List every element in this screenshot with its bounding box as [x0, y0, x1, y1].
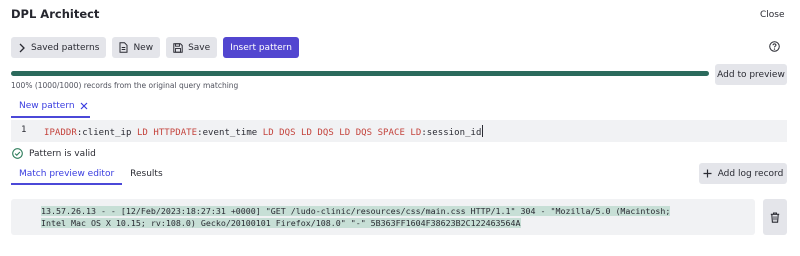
preview-tabs: Match preview editor Results [11, 165, 171, 187]
plus-icon [703, 169, 712, 178]
saved-patterns-button[interactable]: Saved patterns [11, 37, 107, 58]
line-number: 1 [21, 125, 27, 135]
log-record-text[interactable]: 13.57.26.13 - - [12/Feb/2023:18:27:31 +0… [41, 205, 671, 229]
match-progress-bar [11, 71, 709, 76]
pattern-editor[interactable]: 1 IPADDR:client_ip LD HTTPDATE:event_tim… [11, 120, 787, 142]
insert-pattern-label: Insert pattern [230, 42, 292, 53]
add-log-record-label: Add log record [717, 168, 784, 179]
pattern-token: LD DQS LD DQS LD DQS SPACE LD [262, 128, 422, 138]
new-label: New [133, 42, 154, 53]
window-title: DPL Architect [11, 7, 100, 21]
tab-active-indicator [11, 116, 90, 118]
validation-message: Pattern is valid [29, 148, 96, 159]
save-button[interactable]: Save [166, 37, 218, 58]
check-circle-icon [12, 148, 23, 159]
toolbar: Saved patterns New Save Insert pattern [11, 37, 299, 58]
match-progress-fill [11, 71, 709, 76]
pattern-tab-bar: New pattern [11, 96, 96, 118]
add-to-preview-button[interactable]: Add to preview [715, 64, 787, 85]
insert-pattern-button[interactable]: Insert pattern [223, 37, 299, 58]
records-match-text: 100% (1000/1000) records from the origin… [11, 81, 239, 90]
saved-patterns-label: Saved patterns [31, 42, 100, 53]
log-line-2: Intel Mac OS X 10.15; rv:108.0) Gecko/20… [41, 218, 521, 228]
tab-match-preview-editor[interactable]: Match preview editor [11, 165, 123, 185]
close-icon[interactable] [80, 102, 88, 110]
text-caret [481, 125, 483, 137]
save-label: Save [188, 42, 211, 53]
pattern-code[interactable]: IPADDR:client_ip LD HTTPDATE:event_time … [44, 125, 483, 138]
trash-icon [770, 212, 780, 223]
log-line-1: 13.57.26.13 - - [12/Feb/2023:18:27:31 +0… [41, 206, 671, 216]
new-button[interactable]: New [112, 37, 161, 58]
pattern-token: :client_ip [76, 128, 137, 138]
help-icon[interactable] [769, 41, 780, 52]
document-icon [119, 42, 128, 53]
chevron-right-icon [19, 43, 25, 52]
tab-new-pattern-label: New pattern [19, 101, 75, 111]
add-log-record-button[interactable]: Add log record [699, 163, 787, 184]
close-button[interactable]: Close [760, 10, 785, 20]
pattern-token: :session_id [421, 128, 482, 138]
log-record-preview[interactable]: 13.57.26.13 - - [12/Feb/2023:18:27:31 +0… [11, 199, 755, 235]
pattern-token: HTTPDATE [153, 128, 198, 138]
tab-results[interactable]: Results [122, 165, 171, 185]
tab-new-pattern[interactable]: New pattern [11, 96, 96, 116]
delete-log-record-button[interactable] [763, 199, 787, 235]
pattern-token: :event_time [197, 128, 263, 138]
floppy-disk-icon [173, 42, 183, 53]
pattern-token: LD [136, 128, 148, 138]
pattern-token: IPADDR [44, 128, 77, 138]
validation-status: Pattern is valid [12, 148, 96, 159]
